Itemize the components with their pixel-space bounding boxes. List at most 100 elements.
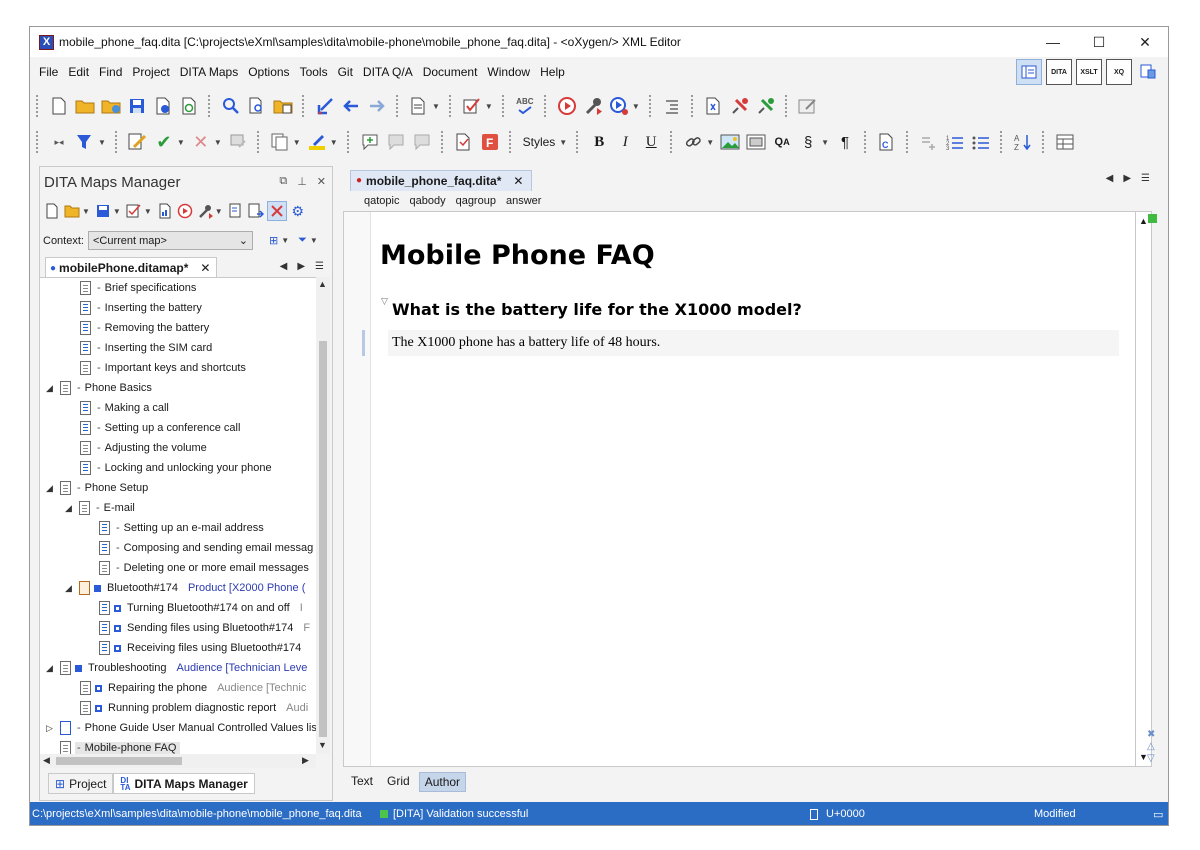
validate-map-icon[interactable]	[125, 202, 143, 220]
tree-item[interactable]: Repairing the phone Audience [Technic	[80, 678, 306, 698]
menu-project[interactable]: Project	[127, 65, 174, 79]
feedback-icon[interactable]: ▭	[1153, 808, 1163, 821]
reload-icon[interactable]	[178, 95, 200, 117]
new-document-icon[interactable]	[48, 95, 70, 117]
chevron-down-icon[interactable]: ▼	[281, 236, 289, 245]
context-select[interactable]: <Current map> ⌄	[87, 231, 253, 250]
track-changes-icon[interactable]	[127, 131, 149, 153]
tree-item[interactable]: - Brief specifications	[80, 278, 196, 298]
save-map-icon[interactable]	[94, 202, 112, 220]
menu-options[interactable]: Options	[243, 65, 294, 79]
tree-item[interactable]: Receiving files using Bluetooth#174	[99, 638, 301, 658]
close-panel-icon[interactable]: ✕	[317, 175, 326, 188]
expand-toggle-icon[interactable]: ◢	[46, 383, 56, 394]
menu-document[interactable]: Document	[418, 65, 483, 79]
mode-text[interactable]: Text	[346, 772, 378, 792]
chevron-down-icon[interactable]: ▼	[98, 138, 106, 147]
scroll-up-icon[interactable]: ▲	[318, 279, 327, 289]
manage-changes-icon[interactable]	[269, 131, 291, 153]
tree-item[interactable]: - Composing and sending email messag	[99, 538, 313, 558]
fold-toggle-icon[interactable]: ▽	[381, 296, 388, 307]
sort-icon[interactable]: AZ	[1012, 131, 1034, 153]
next-bookmark-icon[interactable]	[755, 95, 777, 117]
chevron-down-icon[interactable]: ▼	[144, 207, 152, 216]
tab-project[interactable]: ⊞ Project	[48, 773, 114, 794]
chevron-down-icon[interactable]: ▼	[310, 236, 318, 245]
find-icon[interactable]	[220, 95, 242, 117]
bold-icon[interactable]: B	[588, 131, 610, 153]
tree-item[interactable]: - Inserting the SIM card	[80, 338, 212, 358]
format-indent-icon[interactable]	[661, 95, 683, 117]
close-marks-icon[interactable]: ✖	[1147, 729, 1155, 740]
paragraph-icon[interactable]: ¶	[834, 131, 856, 153]
maximize-button[interactable]: ☐	[1076, 27, 1122, 57]
forward-arrow-icon[interactable]	[366, 95, 388, 117]
tree-item[interactable]: ◢ Bluetooth#174 Product [X2000 Phone (	[65, 578, 305, 598]
expand-toggle-icon[interactable]: ◢	[65, 583, 75, 594]
tab-dita-maps-manager[interactable]: DI TA DITA Maps Manager	[113, 773, 255, 794]
styles-dropdown[interactable]: Styles	[523, 135, 556, 149]
link-icon[interactable]	[682, 131, 704, 153]
validation-status-icon[interactable]	[1148, 214, 1157, 223]
content-reference-icon[interactable]: C	[876, 131, 898, 153]
filter-icon[interactable]	[74, 131, 96, 153]
filter-icon[interactable]: ⏷	[298, 234, 307, 247]
menu-file[interactable]: File	[30, 65, 63, 79]
close-window-button[interactable]: ✕	[1122, 27, 1168, 57]
dita-perspective-icon[interactable]: DITA	[1046, 59, 1072, 85]
tree-horizontal-scrollbar[interactable]: ◀ ▶	[40, 754, 316, 768]
menu-help[interactable]: Help	[535, 65, 570, 79]
edit-comment-icon[interactable]	[385, 131, 407, 153]
insert-list-item-icon[interactable]	[918, 131, 940, 153]
tree-item[interactable]: - Deleting one or more email messages	[99, 558, 309, 578]
tree-item[interactable]: ◢ - Phone Setup	[46, 478, 148, 498]
tree-options-icon[interactable]: ⊞	[269, 234, 278, 247]
insert-after-icon[interactable]	[247, 202, 265, 220]
add-bookmark-icon[interactable]	[729, 95, 751, 117]
mode-grid[interactable]: Grid	[382, 772, 415, 792]
menu-dita-maps[interactable]: DITA Maps	[175, 65, 243, 79]
chevron-down-icon[interactable]: ▼	[485, 102, 493, 111]
close-tab-icon[interactable]: ✕	[200, 261, 210, 275]
debug-scenario-icon[interactable]	[608, 95, 630, 117]
open-url-icon[interactable]	[100, 95, 122, 117]
qa-icon[interactable]: QA	[771, 131, 793, 153]
tree-item[interactable]: - Important keys and shortcuts	[80, 358, 246, 378]
chevron-down-icon[interactable]: ▼	[82, 207, 90, 216]
add-comment-icon[interactable]	[359, 131, 381, 153]
tree-item[interactable]: - Making a call	[80, 398, 169, 418]
editor-perspective-icon[interactable]	[1016, 59, 1042, 85]
tree-item[interactable]: - Adjusting the volume	[80, 438, 207, 458]
mode-author[interactable]: Author	[418, 772, 467, 792]
expand-toggle-icon[interactable]: ◢	[65, 503, 75, 514]
insert-table-icon[interactable]	[1054, 131, 1076, 153]
underline-icon[interactable]: U	[640, 131, 662, 153]
chevron-down-icon[interactable]: ▼	[559, 138, 567, 147]
settings-gear-icon[interactable]: ⚙	[289, 202, 307, 220]
menu-edit[interactable]: Edit	[63, 65, 94, 79]
remove-comment-icon[interactable]	[411, 131, 433, 153]
menu-window[interactable]: Window	[482, 65, 535, 79]
find-in-files-icon[interactable]	[246, 95, 268, 117]
menu-git[interactable]: Git	[333, 65, 358, 79]
scrollbar-thumb[interactable]	[56, 757, 182, 765]
xslt-perspective-icon[interactable]: XSLT	[1076, 59, 1102, 85]
insert-topicref-icon[interactable]	[227, 202, 245, 220]
tree-item[interactable]: - Setting up a conference call	[80, 418, 240, 438]
next-mark-icon[interactable]: ▽	[1147, 753, 1155, 764]
italic-icon[interactable]: I	[614, 131, 636, 153]
link-with-editor-icon[interactable]	[266, 201, 287, 221]
tree-item[interactable]: Running problem diagnostic report Audi	[80, 698, 308, 718]
expand-toggle-icon[interactable]: ◢	[46, 483, 56, 494]
tree-item[interactable]: Turning Bluetooth#174 on and off I	[99, 598, 303, 618]
section-icon[interactable]: §	[797, 131, 819, 153]
tags-display-icon[interactable]: ▸◂	[48, 131, 70, 153]
chevron-down-icon[interactable]: ▼	[293, 138, 301, 147]
map-tab[interactable]: ● mobilePhone.ditamap* ✕	[45, 257, 218, 278]
xpath-icon[interactable]	[703, 95, 725, 117]
question-heading[interactable]: What is the battery life for the X1000 m…	[392, 300, 802, 319]
open-folder-icon[interactable]	[74, 95, 96, 117]
close-tab-icon[interactable]: ✕	[513, 174, 523, 188]
tree-item[interactable]: Sending files using Bluetooth#174 F	[99, 618, 310, 638]
minimize-button[interactable]: —	[1030, 27, 1076, 57]
